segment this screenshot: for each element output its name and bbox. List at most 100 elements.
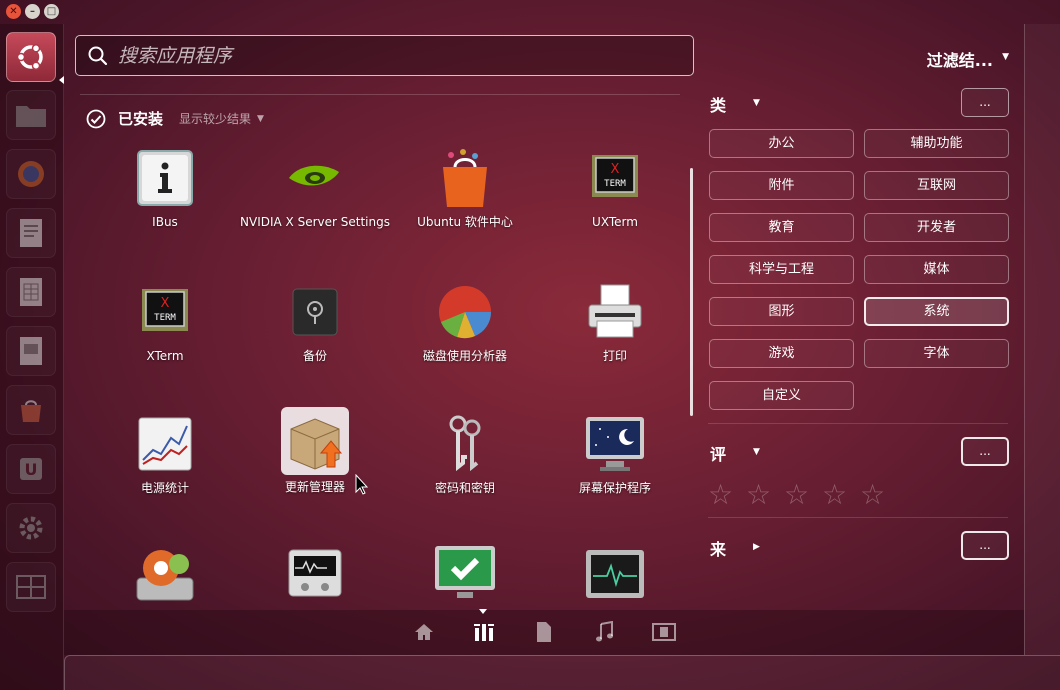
applications-lens-button[interactable]	[471, 619, 497, 645]
video-lens-button[interactable]	[651, 619, 677, 645]
app-screensaver[interactable]: 屏幕保护程序	[540, 412, 690, 496]
app-printing[interactable]: 打印	[540, 280, 690, 364]
star-icon[interactable]: ☆	[822, 478, 847, 511]
app-startup-disk-creator[interactable]	[90, 542, 240, 606]
launcher-writer[interactable]	[6, 208, 56, 258]
app-power-statistics[interactable]: 电源统计	[90, 412, 240, 496]
category-expand-caret-icon[interactable]: ▼	[753, 98, 760, 108]
app-system-monitor[interactable]	[540, 542, 690, 606]
app-uxterm[interactable]: X TERM UXTerm	[540, 146, 690, 230]
safe-icon	[283, 280, 347, 344]
film-icon	[652, 623, 676, 641]
category-button[interactable]: 开发者	[864, 213, 1009, 242]
toggle-caret-icon: ▼	[257, 113, 264, 124]
applications-icon	[474, 624, 494, 641]
device-monitor-icon	[283, 542, 347, 606]
launcher-ubuntu-one[interactable]: U	[6, 444, 56, 494]
app-nvidia-settings[interactable]: NVIDIA X Server Settings	[240, 146, 390, 230]
filter-results-toggle[interactable]: 过滤结...	[927, 47, 993, 71]
close-window-button[interactable]: ✕	[6, 4, 21, 19]
category-button-active[interactable]: 系统	[864, 297, 1009, 326]
rating-filter-label: 评	[710, 445, 727, 464]
category-button[interactable]: 游戏	[709, 339, 854, 368]
results-divider	[80, 94, 680, 95]
category-filter-label: 类	[710, 96, 727, 115]
app-label: UXTerm	[592, 215, 638, 229]
installed-title: 已安装	[118, 110, 164, 128]
launcher-impress[interactable]	[6, 326, 56, 376]
show-fewer-results-link[interactable]: 显示较少结果	[179, 110, 251, 127]
app-xterm[interactable]: X TERM XTerm	[90, 280, 240, 364]
category-button[interactable]: 附件	[709, 171, 854, 200]
category-button[interactable]: 字体	[864, 339, 1009, 368]
source-expand-caret-icon[interactable]: ▶	[753, 542, 760, 552]
monitor-moon-icon	[583, 412, 647, 476]
category-button[interactable]: 自定义	[709, 381, 854, 410]
shopping-bag-icon	[433, 146, 497, 210]
filter-caret-icon: ▼	[1002, 52, 1009, 62]
pie-chart-icon	[433, 280, 497, 344]
app-label: 屏幕保护程序	[578, 481, 651, 495]
app-system-testing[interactable]	[390, 542, 540, 606]
package-update-icon	[281, 407, 349, 475]
filter-separator	[708, 423, 1008, 424]
app-ubuntu-software-center[interactable]: Ubuntu 软件中心	[390, 146, 540, 230]
mouse-cursor-icon	[355, 474, 369, 495]
launcher-calc[interactable]	[6, 267, 56, 317]
gear-icon	[19, 516, 43, 540]
ubuntu-logo-icon	[16, 44, 43, 70]
home-lens-button[interactable]	[411, 619, 437, 645]
category-more-button[interactable]: ...	[961, 88, 1009, 117]
printer-icon	[583, 280, 647, 344]
app-system-monitor-device[interactable]	[240, 542, 390, 606]
ibus-icon	[133, 146, 197, 210]
star-icon[interactable]: ☆	[860, 478, 885, 511]
dash-bottom-edge	[64, 655, 1060, 690]
filter-separator	[708, 517, 1008, 518]
files-lens-button[interactable]	[531, 619, 557, 645]
presentation-icon	[20, 337, 42, 365]
star-icon[interactable]: ☆	[708, 478, 733, 511]
launcher-workspace-switcher[interactable]	[6, 562, 56, 612]
app-disk-usage-analyzer[interactable]: 磁盘使用分析器	[390, 280, 540, 364]
app-label: 磁盘使用分析器	[422, 349, 507, 363]
launcher-files[interactable]	[6, 90, 56, 140]
star-icon[interactable]: ☆	[746, 478, 771, 511]
launcher-software-center[interactable]	[6, 385, 56, 435]
maximize-window-button[interactable]: □	[44, 4, 59, 19]
category-button[interactable]: 辅助功能	[864, 129, 1009, 158]
music-lens-button[interactable]	[591, 619, 617, 645]
source-filter-label: 来	[710, 540, 727, 559]
window-controls: ✕ – □	[6, 4, 59, 19]
results-scrollbar[interactable]	[690, 168, 693, 416]
pulse-monitor-icon	[583, 542, 647, 606]
app-backup[interactable]: 备份	[240, 280, 390, 364]
launcher-dash-home[interactable]	[6, 32, 56, 82]
category-button[interactable]: 教育	[709, 213, 854, 242]
launcher: U	[0, 24, 64, 690]
terminal-icon: X TERM	[583, 146, 647, 210]
search-box[interactable]	[75, 35, 694, 76]
search-input[interactable]	[118, 44, 678, 67]
app-label: 打印	[602, 349, 627, 363]
shopping-bag-icon	[21, 400, 41, 422]
star-icon[interactable]: ☆	[784, 478, 809, 511]
app-label: 密码和密钥	[434, 481, 495, 495]
launcher-firefox[interactable]	[6, 149, 56, 199]
svg-text:TERM: TERM	[604, 179, 626, 189]
app-passwords-and-keys[interactable]: 密码和密钥	[390, 412, 540, 496]
category-button[interactable]: 办公	[709, 129, 854, 158]
dash-right-edge	[1024, 24, 1060, 655]
category-button[interactable]: 科学与工程	[709, 255, 854, 284]
rating-more-button[interactable]: ...	[961, 437, 1009, 466]
category-button[interactable]: 图形	[709, 297, 854, 326]
app-label: 备份	[302, 349, 327, 363]
category-button[interactable]: 媒体	[864, 255, 1009, 284]
active-lens-pip	[479, 609, 487, 614]
rating-expand-caret-icon[interactable]: ▼	[753, 447, 760, 457]
category-button[interactable]: 互联网	[864, 171, 1009, 200]
source-more-button[interactable]: ...	[961, 531, 1009, 560]
launcher-system-settings[interactable]	[6, 503, 56, 553]
app-ibus[interactable]: IBus	[90, 146, 240, 230]
minimize-window-button[interactable]: –	[25, 4, 40, 19]
